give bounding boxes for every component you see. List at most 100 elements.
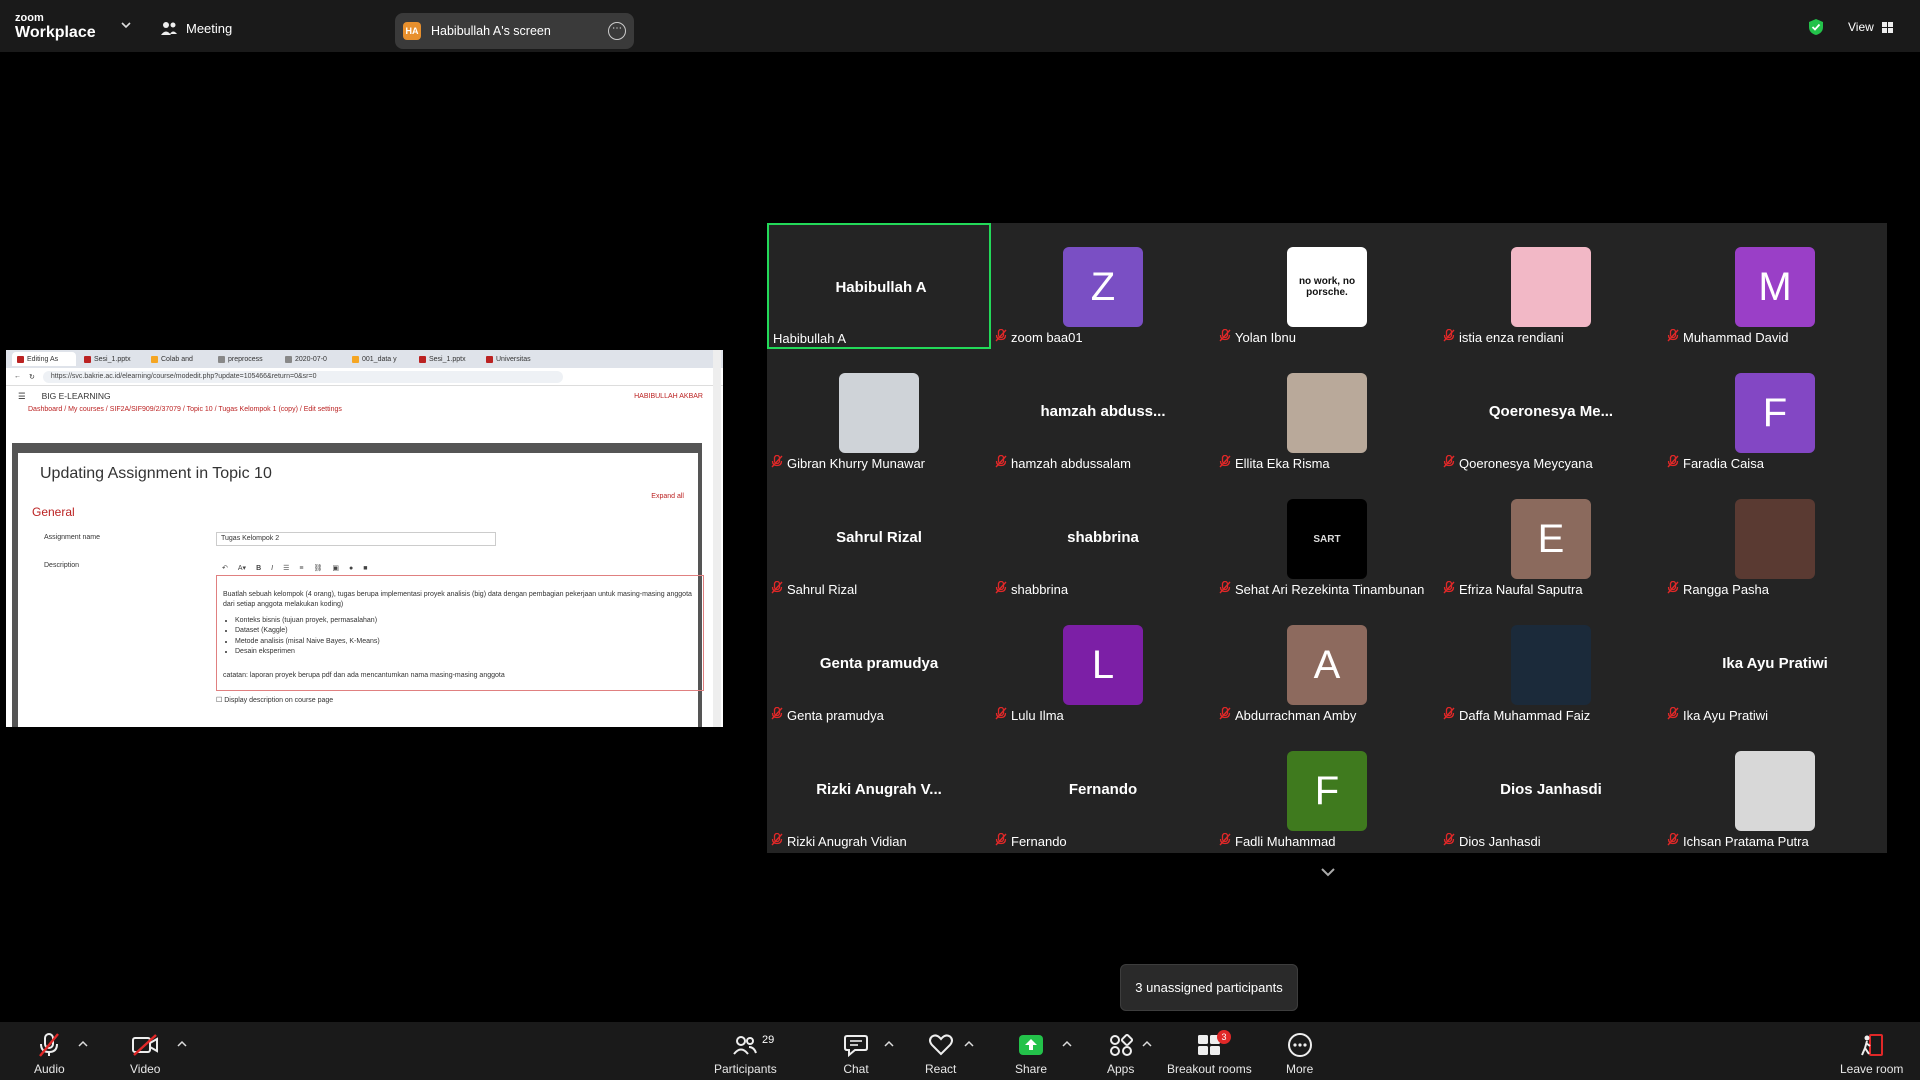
participant-tile[interactable]: Ichsan Pratama Putra	[1663, 727, 1887, 853]
menu-icon[interactable]: ☰	[18, 391, 26, 402]
back-icon[interactable]: ←	[14, 373, 21, 380]
meeting-button[interactable]: Meeting	[160, 20, 232, 36]
bullet-list-icon[interactable]: ☰	[283, 564, 289, 572]
leave-room-button[interactable]: Leave room	[1840, 1032, 1903, 1076]
breadcrumb[interactable]: Dashboard / My courses / SIF2A/SIF909/2/…	[6, 406, 723, 418]
browser-tab[interactable]: Sesi_1.pptx	[414, 352, 478, 366]
participant-tile[interactable]: Rizki Anugrah V... Rizki Anugrah Vidian	[767, 727, 991, 853]
font-icon[interactable]: A▾	[238, 564, 246, 572]
expand-all-link[interactable]: Expand all	[651, 493, 684, 500]
apps-button[interactable]: Apps	[1107, 1032, 1134, 1076]
participant-tile[interactable]: E Efriza Naufal Saputra	[1439, 475, 1663, 601]
people-icon	[161, 22, 177, 35]
participant-tile[interactable]: L Lulu Ilma	[991, 601, 1215, 727]
participant-tile[interactable]: F Faradia Caisa	[1663, 349, 1887, 475]
participant-tile[interactable]: Gibran Khurry Munawar	[767, 349, 991, 475]
chevron-down-icon[interactable]	[120, 20, 132, 30]
italic-icon[interactable]: I	[271, 565, 273, 572]
participant-tile[interactable]: Fernando Fernando	[991, 727, 1215, 853]
audio-options-caret-icon[interactable]	[78, 1040, 88, 1048]
share-button[interactable]: Share	[1015, 1032, 1047, 1076]
participant-name-label: hamzah abdussalam	[995, 454, 1131, 471]
browser-tab[interactable]: 001_data y	[347, 352, 411, 366]
chat-options-caret-icon[interactable]	[884, 1040, 894, 1048]
react-button[interactable]: React	[925, 1032, 956, 1076]
scrollbar[interactable]	[713, 350, 721, 727]
undo-icon[interactable]: ↶	[222, 564, 228, 572]
user-menu[interactable]: HABIBULLAH AKBAR	[634, 393, 703, 400]
participant-avatar: SART	[1287, 499, 1367, 579]
video-button[interactable]: Video	[130, 1032, 160, 1076]
participant-tile[interactable]: Rangga Pasha	[1663, 475, 1887, 601]
browser-tab[interactable]: Sesi_1.pptx	[79, 352, 143, 366]
breakout-rooms-button[interactable]: Breakout rooms	[1167, 1032, 1252, 1076]
mic-icon[interactable]: ●	[349, 565, 353, 572]
tab-title: Colab and	[161, 355, 193, 363]
participant-avatar: E	[1511, 499, 1591, 579]
react-label: React	[925, 1062, 957, 1076]
list-item: Desain eksperimen	[235, 647, 697, 657]
participant-tile[interactable]: Qoeronesya Me... Qoeronesya Meycyana	[1439, 349, 1663, 475]
browser-tab[interactable]: Universitas	[481, 352, 545, 366]
screen-share-pill[interactable]: HA Habibullah A's screen ⋯	[395, 13, 634, 49]
more-options-icon[interactable]: ⋯	[608, 22, 626, 40]
react-options-caret-icon[interactable]	[964, 1040, 974, 1048]
section-general[interactable]: General	[32, 505, 75, 519]
link-icon[interactable]: ⛓	[313, 564, 322, 572]
bold-icon[interactable]: B	[256, 565, 261, 572]
share-label: Share	[1015, 1062, 1048, 1076]
assignment-form: Updating Assignment in Topic 10 Expand a…	[18, 453, 704, 727]
tab-title: preprocess	[228, 355, 263, 363]
assignment-name-input[interactable]: Tugas Kelompok 2	[216, 532, 496, 546]
participant-tile[interactable]: Genta pramudya Genta pramudya	[767, 601, 991, 727]
participant-name-label: Rizki Anugrah Vidian	[771, 832, 907, 849]
numbered-list-icon[interactable]: ≡	[299, 565, 303, 572]
participant-tile[interactable]: istia enza rendiani	[1439, 223, 1663, 349]
apps-icon	[1109, 1033, 1133, 1056]
participant-tile[interactable]: A Abdurrachman Amby	[1215, 601, 1439, 727]
browser-tab[interactable]: 2020-07-0	[280, 352, 344, 366]
participant-avatar: A	[1287, 625, 1367, 705]
security-shield-icon[interactable]	[1808, 18, 1824, 36]
url-field[interactable]: https://svc.bakrie.ac.id/elearning/cours…	[42, 370, 563, 383]
more-button[interactable]: More	[1286, 1032, 1313, 1076]
display-description-checkbox[interactable]: ☐ Display description on course page	[216, 696, 333, 704]
browser-tab[interactable]: preprocess	[213, 352, 277, 366]
participant-tile[interactable]: no work, no porsche. Yolan Ibnu	[1215, 223, 1439, 349]
participant-name: Dios Janhasdi	[1459, 833, 1541, 849]
list-item: Konteks bisnis (tujuan proyek, permasala…	[235, 616, 697, 626]
participant-name-label: Qoeronesya Meycyana	[1443, 454, 1593, 471]
participant-tile[interactable]: Ellita Eka Risma	[1215, 349, 1439, 475]
shared-screen[interactable]: Editing As Sesi_1.pptx Colab and preproc…	[6, 350, 723, 727]
browser-address-bar: ← ↻ https://svc.bakrie.ac.id/elearning/c…	[6, 368, 723, 386]
audio-button[interactable]: Audio	[34, 1032, 65, 1076]
participant-tile[interactable]: Daffa Muhammad Faiz	[1439, 601, 1663, 727]
browser-tab[interactable]: Editing As	[12, 352, 76, 366]
participant-tile[interactable]: M Muhammad David	[1663, 223, 1887, 349]
mic-muted-icon	[1219, 580, 1231, 597]
participant-tile[interactable]: SART Sehat Ari Rezekinta Tinambunan	[1215, 475, 1439, 601]
site-name[interactable]: BIG E-LEARNING	[42, 391, 111, 401]
participant-tile[interactable]: shabbrina shabbrina	[991, 475, 1215, 601]
chat-button[interactable]: Chat	[843, 1032, 869, 1076]
participant-tile[interactable]: hamzah abduss... hamzah abdussalam	[991, 349, 1215, 475]
participant-tile[interactable]: Dios Janhasdi Dios Janhasdi	[1439, 727, 1663, 853]
participant-tile[interactable]: F Fadli Muhammad	[1215, 727, 1439, 853]
participant-tile[interactable]: Ika Ayu Pratiwi Ika Ayu Pratiwi	[1663, 601, 1887, 727]
participant-name-label: shabbrina	[995, 580, 1068, 597]
scroll-down-icon[interactable]	[1316, 860, 1340, 884]
participant-tile[interactable]: Zzoom baa01	[991, 223, 1215, 349]
participant-avatar	[839, 373, 919, 453]
apps-options-caret-icon[interactable]	[1142, 1040, 1152, 1048]
participant-tile[interactable]: Sahrul Rizal Sahrul Rizal	[767, 475, 991, 601]
video-options-caret-icon[interactable]	[177, 1040, 187, 1048]
description-editor[interactable]: Buatlah sebuah kelompok (4 orang), tugas…	[216, 575, 704, 691]
view-button[interactable]: View	[1848, 20, 1893, 34]
reload-icon[interactable]: ↻	[29, 373, 35, 381]
video-icon[interactable]: ■	[363, 565, 367, 572]
image-icon[interactable]: ▣	[332, 564, 339, 572]
browser-tab[interactable]: Colab and	[146, 352, 210, 366]
share-options-caret-icon[interactable]	[1062, 1040, 1072, 1048]
participant-tile[interactable]: Habibullah A Habibullah A	[767, 223, 991, 349]
unassigned-participants-tooltip[interactable]: 3 unassigned participants	[1120, 964, 1298, 1011]
